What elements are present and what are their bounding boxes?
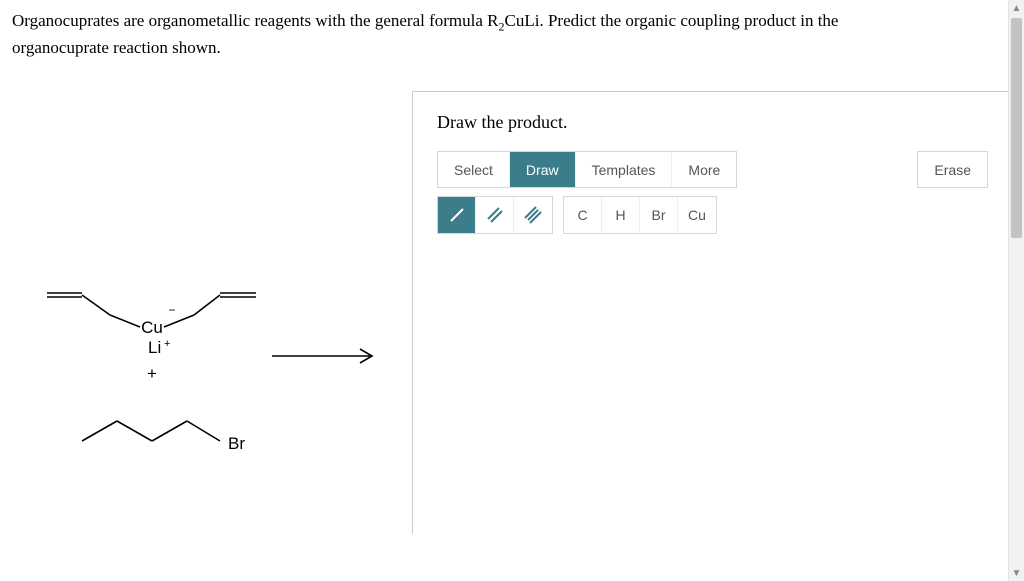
br-label: Br xyxy=(228,434,245,453)
tab-templates[interactable]: Templates xyxy=(576,152,673,187)
reaction-scheme: Cu − Li + + Br xyxy=(12,91,392,534)
erase-button[interactable]: Erase xyxy=(917,151,988,188)
tab-select[interactable]: Select xyxy=(438,152,510,187)
scroll-down-icon[interactable]: ▼ xyxy=(1009,565,1024,581)
drawing-editor: Draw the product. Select Draw Templates … xyxy=(412,91,1012,534)
question-line2: organocuprate reaction shown. xyxy=(12,38,221,57)
editor-title: Draw the product. xyxy=(437,112,988,133)
tab-draw[interactable]: Draw xyxy=(510,152,576,187)
reaction-arrow-icon xyxy=(272,346,382,366)
element-h-button[interactable]: H xyxy=(602,197,640,233)
li-label: Li xyxy=(148,338,161,357)
tab-more[interactable]: More xyxy=(672,152,736,187)
editor-tab-row: Select Draw Templates More Erase xyxy=(437,151,988,188)
scroll-thumb[interactable] xyxy=(1011,18,1022,238)
question-line1-post: CuLi. Predict the organic coupling produ… xyxy=(505,11,839,30)
plus-sign: + xyxy=(147,364,157,383)
reagents-drawing: Cu − Li + + Br xyxy=(12,271,272,471)
element-c-button[interactable]: C xyxy=(564,197,602,233)
single-bond-button[interactable] xyxy=(438,197,476,233)
question-text: Organocuprates are organometallic reagen… xyxy=(12,8,1012,61)
element-br-button[interactable]: Br xyxy=(640,197,678,233)
triple-bond-button[interactable] xyxy=(514,197,552,233)
double-bond-button[interactable] xyxy=(476,197,514,233)
scroll-up-icon[interactable]: ▲ xyxy=(1009,0,1024,16)
li-charge: + xyxy=(164,338,170,350)
drawing-canvas[interactable] xyxy=(437,234,988,494)
question-line1-pre: Organocuprates are organometallic reagen… xyxy=(12,11,499,30)
cu-charge: − xyxy=(168,303,175,317)
vertical-scrollbar[interactable]: ▲ ▼ xyxy=(1008,0,1024,581)
editor-tool-row: C H Br Cu xyxy=(437,196,988,234)
element-cu-button[interactable]: Cu xyxy=(678,197,716,233)
cu-label: Cu xyxy=(141,318,163,337)
